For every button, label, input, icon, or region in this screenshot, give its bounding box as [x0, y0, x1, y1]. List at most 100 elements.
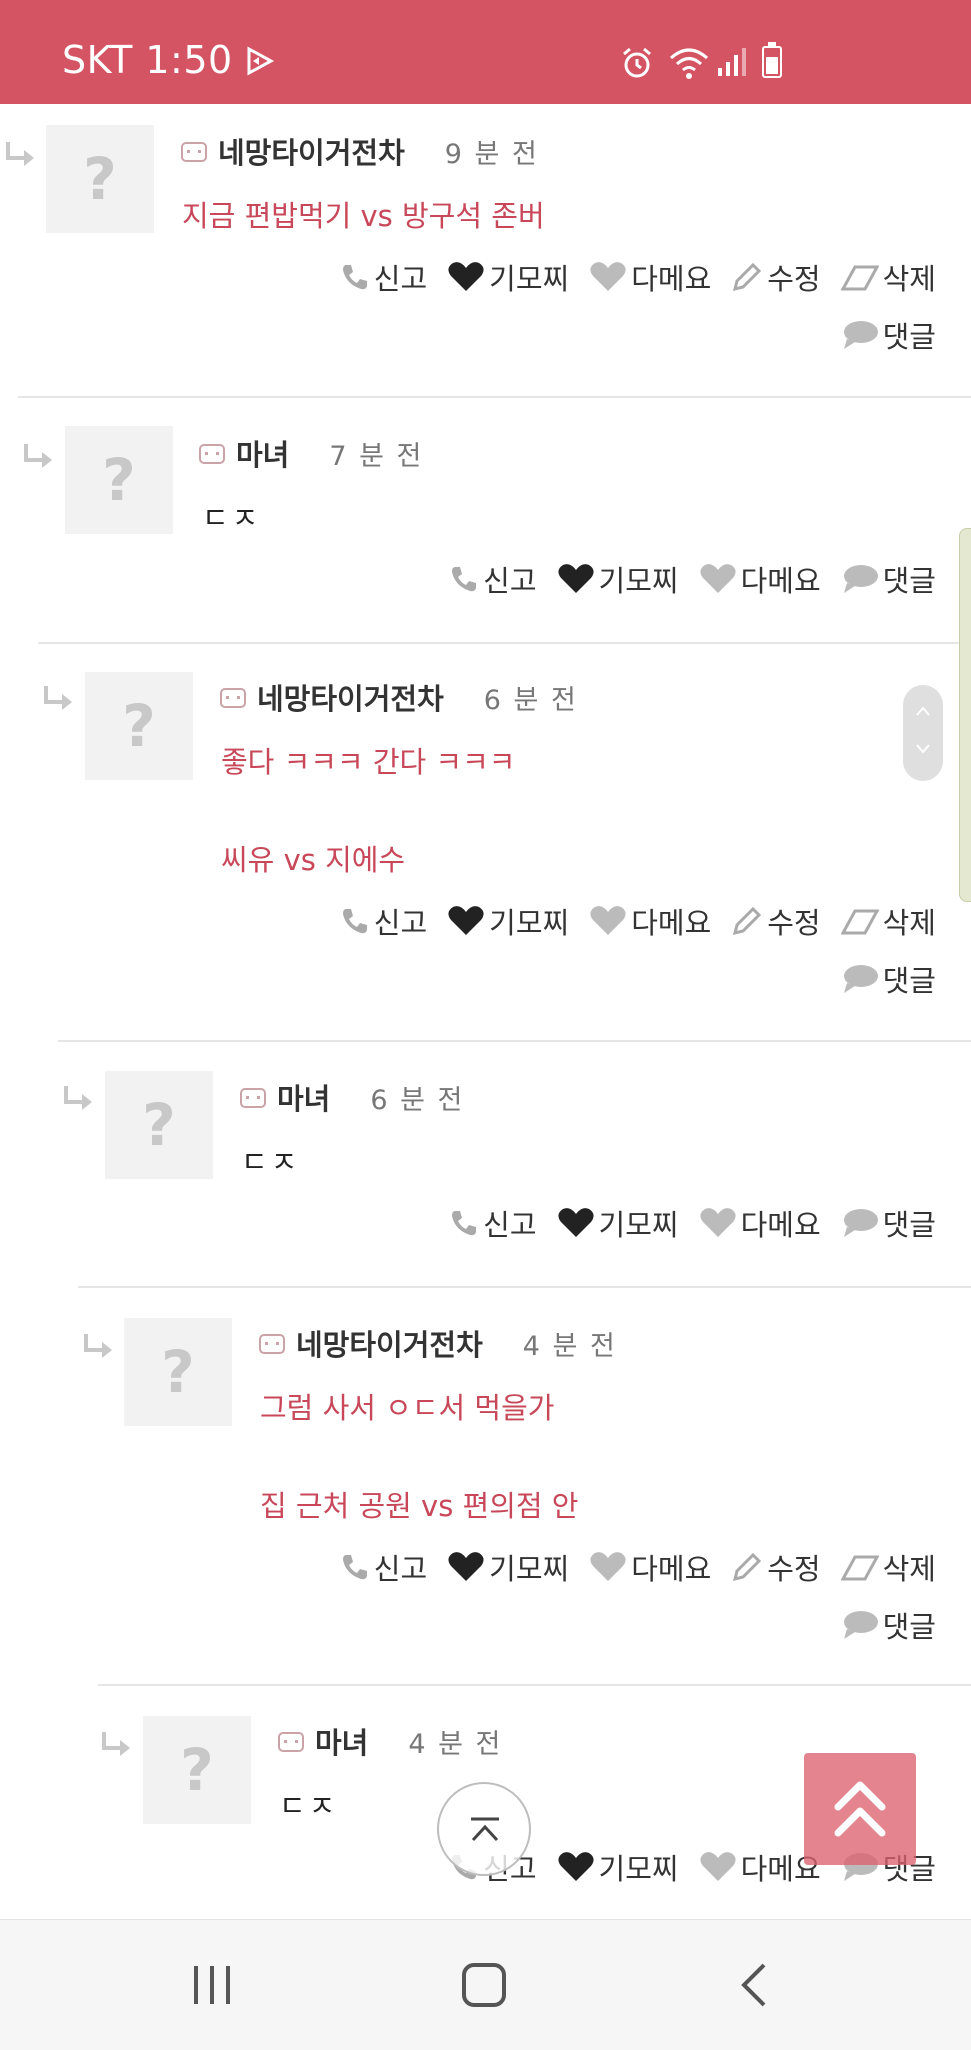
status-bar: SKT 1:50: [0, 0, 971, 104]
pencil-icon: [733, 262, 762, 292]
report-button[interactable]: 신고: [449, 1202, 537, 1244]
comment-text: ㄷㅈ: [241, 1145, 301, 1179]
heart-icon: [700, 1208, 736, 1237]
chevron-down-icon: [916, 744, 930, 754]
phone-icon: [342, 1555, 367, 1580]
speech-bubble-icon: [843, 1209, 878, 1237]
phone-icon: [342, 265, 367, 290]
avatar[interactable]: ?: [105, 1071, 213, 1179]
delete-button[interactable]: 삭제: [840, 900, 936, 942]
avatar[interactable]: ?: [124, 1318, 232, 1426]
comment-time: 9 분 전: [444, 138, 539, 170]
page-up-button[interactable]: [804, 1753, 916, 1865]
comment-time: 7 분 전: [329, 440, 424, 472]
comment-actions: 신고 기모찌 다메요 수정 삭제: [320, 900, 936, 942]
comment-time: 6 분 전: [370, 1084, 465, 1116]
heart-icon: [590, 262, 626, 291]
reply-button[interactable]: 댓글: [841, 1604, 936, 1646]
comment-actions: 신고 기모찌 다메요 댓글: [429, 558, 936, 600]
report-button[interactable]: 신고: [340, 1546, 427, 1588]
reply-arrow-icon: [24, 444, 52, 468]
comment-text: 그럼 사서 ㅇㄷ서 먹을가: [260, 1391, 555, 1425]
comment-author[interactable]: 마녀: [315, 1720, 368, 1762]
heart-icon: [557, 1852, 594, 1881]
edit-button[interactable]: 수정: [731, 256, 821, 298]
edit-button[interactable]: 수정: [731, 900, 821, 942]
system-nav-bar: [0, 1919, 971, 2050]
notification-icon: [247, 46, 275, 76]
back-icon[interactable]: [730, 1960, 780, 2010]
scroll-handle[interactable]: [903, 685, 943, 781]
like-button[interactable]: 기모찌: [447, 900, 569, 942]
dislike-button[interactable]: 다메요: [589, 900, 711, 942]
avatar[interactable]: ?: [85, 672, 193, 780]
level-icon: [278, 1732, 304, 1752]
comment-actions-row2: 댓글: [821, 1604, 936, 1646]
status-time: SKT 1:50: [62, 38, 233, 82]
pencil-icon: [733, 906, 762, 936]
scrollbar-track[interactable]: [959, 528, 971, 902]
speech-bubble-icon: [843, 965, 878, 993]
dislike-button[interactable]: 다메요: [699, 1202, 821, 1244]
level-icon: [240, 1088, 266, 1108]
recent-apps-icon[interactable]: [187, 1960, 237, 2010]
delete-button[interactable]: 삭제: [840, 1546, 936, 1588]
heart-icon: [448, 262, 484, 291]
report-button[interactable]: 신고: [340, 900, 427, 942]
chevron-up-icon: [916, 706, 930, 716]
level-icon: [199, 444, 225, 464]
comment-author[interactable]: 마녀: [236, 432, 289, 474]
like-button[interactable]: 기모찌: [447, 1546, 569, 1588]
reply-arrow-icon: [44, 686, 72, 710]
reply-button[interactable]: 댓글: [841, 1202, 936, 1244]
speech-bubble-icon: [843, 1611, 878, 1639]
double-chevron-up-icon: [834, 1781, 886, 1837]
reply-button[interactable]: 댓글: [841, 958, 936, 1000]
reply-arrow-icon: [84, 1334, 112, 1358]
like-button[interactable]: 기모찌: [557, 1846, 679, 1888]
level-icon: [259, 1334, 285, 1354]
comment-text: ㄷㅈ: [279, 1789, 339, 1823]
eraser-icon: [840, 1555, 879, 1581]
comment-author[interactable]: 네망타이거전차: [296, 1322, 483, 1364]
edit-button[interactable]: 수정: [731, 1546, 821, 1588]
reply-button[interactable]: 댓글: [841, 558, 936, 600]
report-button[interactable]: 신고: [449, 558, 537, 600]
like-button[interactable]: 기모찌: [557, 558, 679, 600]
comment-author[interactable]: 네망타이거전차: [218, 130, 405, 172]
eraser-icon: [840, 265, 879, 291]
comment-text: 좋다 ㅋㅋㅋ 간다 ㅋㅋㅋ: [221, 745, 516, 779]
avatar[interactable]: ?: [46, 125, 154, 233]
dislike-button[interactable]: 다메요: [699, 558, 821, 600]
comment-text: 씨유 vs 지에수: [221, 843, 406, 877]
heart-icon: [700, 564, 736, 593]
reply-button[interactable]: 댓글: [841, 314, 936, 356]
comment-time: 4 분 전: [408, 1728, 503, 1760]
phone-icon: [452, 567, 477, 592]
comment-author[interactable]: 네망타이거전차: [257, 676, 444, 718]
like-button[interactable]: 기모찌: [557, 1202, 679, 1244]
comment-item: ? 마녀 6 분 전 ㄷㅈ 신고 기모찌 다메요 댓글: [0, 1042, 971, 1288]
scroll-top-button[interactable]: [437, 1782, 531, 1876]
heart-icon: [590, 906, 626, 935]
heart-icon: [557, 1208, 594, 1237]
reply-arrow-icon: [6, 142, 34, 166]
speech-bubble-icon: [843, 321, 878, 349]
dislike-button[interactable]: 다메요: [589, 1546, 711, 1588]
comment-author[interactable]: 마녀: [277, 1076, 330, 1118]
avatar[interactable]: ?: [143, 1716, 251, 1824]
report-button[interactable]: 신고: [340, 256, 427, 298]
comment-actions: 신고 기모찌 다메요 수정 삭제: [320, 1546, 936, 1588]
home-icon[interactable]: [459, 1960, 509, 2010]
comment-item: ? 네망타이거전차 4 분 전 그럼 사서 ㅇㄷ서 먹을가 집 근처 공원 vs…: [0, 1288, 971, 1686]
comment-item: ? 네망타이거전차 6 분 전 좋다 ㅋㅋㅋ 간다 ㅋㅋㅋ 씨유 vs 지에수 …: [0, 644, 971, 1042]
comment-actions: 신고 기모찌 다메요 수정 삭제: [320, 256, 936, 298]
delete-button[interactable]: 삭제: [840, 256, 936, 298]
avatar[interactable]: ?: [65, 426, 173, 534]
comment-actions-row2: 댓글: [821, 314, 936, 356]
like-button[interactable]: 기모찌: [447, 256, 569, 298]
dislike-button[interactable]: 다메요: [589, 256, 711, 298]
dislike-button[interactable]: 다메요: [699, 1846, 821, 1888]
alarm-icon: [623, 47, 651, 78]
wifi-icon: [670, 48, 708, 79]
